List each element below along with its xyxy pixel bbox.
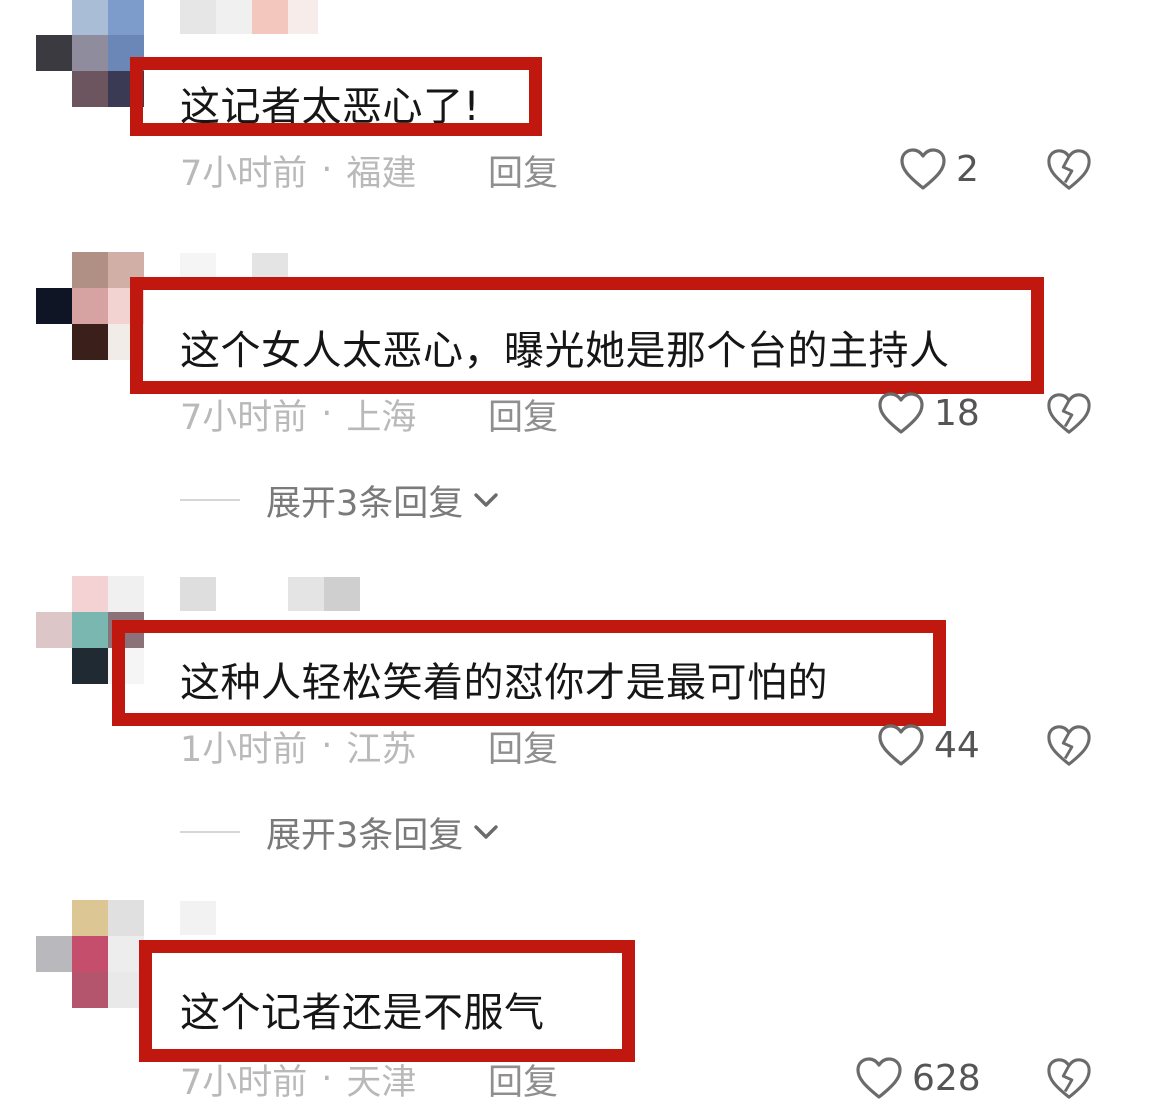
dislike-button[interactable]: [1044, 722, 1096, 770]
comment-location: 福建: [346, 153, 417, 194]
heart-outline-icon: [878, 392, 924, 434]
like-button[interactable]: 628: [854, 1055, 981, 1101]
like-count: 44: [934, 724, 980, 766]
divider-line: [180, 499, 240, 501]
heart-outline-icon: [878, 724, 924, 766]
comment-time: 7小时前: [180, 153, 308, 194]
username[interactable]: [180, 901, 216, 935]
reply-button[interactable]: 回复: [488, 145, 558, 196]
separator-dot: ·: [321, 726, 333, 766]
heart-outline-icon: [900, 148, 946, 190]
broken-heart-icon: [1047, 149, 1091, 190]
comment-meta: 7小时前 · 天津 回复: [180, 1057, 558, 1103]
expand-replies-label: 展开3条回复: [266, 815, 464, 856]
username[interactable]: [180, 0, 320, 34]
expand-replies-button[interactable]: 展开3条回复: [180, 478, 501, 524]
like-count: 628: [912, 1057, 981, 1099]
like-button[interactable]: 44: [876, 722, 980, 768]
like-count: 2: [956, 148, 979, 190]
broken-heart-icon: [1047, 725, 1091, 766]
comment-time: 7小时前: [180, 397, 308, 438]
like-button[interactable]: 18: [876, 390, 980, 436]
avatar[interactable]: [36, 900, 144, 1008]
comment-location: 上海: [346, 397, 417, 438]
comment-list: 这记者太恶心了! 7小时前 · 福建 回复 2 这个女人太恶心，曝光她是那个台的…: [0, 0, 1152, 1106]
comment-meta: 1小时前 · 江苏 回复: [180, 724, 558, 770]
comment-meta: 7小时前 · 福建 回复: [180, 148, 558, 194]
like-button[interactable]: 2: [898, 146, 979, 192]
chevron-down-icon: [474, 825, 498, 839]
highlight-box: [130, 277, 1044, 394]
dislike-button[interactable]: [1044, 146, 1096, 194]
comment-meta: 7小时前 · 上海 回复: [180, 392, 558, 438]
expand-replies-label: 展开3条回复: [266, 483, 464, 524]
reply-button[interactable]: 回复: [488, 389, 558, 440]
comment-time: 7小时前: [180, 1062, 308, 1103]
dislike-button[interactable]: [1044, 390, 1096, 438]
broken-heart-icon: [1047, 393, 1091, 434]
chevron-down-icon: [474, 493, 498, 507]
highlight-box: [130, 57, 542, 136]
avatar[interactable]: [36, 252, 144, 360]
highlight-box: [139, 940, 635, 1062]
username[interactable]: [180, 577, 360, 611]
expand-replies-button[interactable]: 展开3条回复: [180, 810, 501, 856]
dislike-button[interactable]: [1044, 1055, 1096, 1103]
highlight-box: [112, 620, 946, 726]
separator-dot: ·: [321, 150, 333, 190]
broken-heart-icon: [1047, 1058, 1091, 1099]
reply-button[interactable]: 回复: [488, 721, 558, 772]
like-count: 18: [934, 392, 980, 434]
comment-time: 1小时前: [180, 729, 308, 770]
separator-dot: ·: [321, 394, 333, 434]
comment-location: 江苏: [346, 729, 417, 770]
comment-location: 天津: [346, 1062, 417, 1103]
reply-button[interactable]: 回复: [488, 1054, 558, 1105]
separator-dot: ·: [321, 1059, 333, 1099]
heart-outline-icon: [856, 1057, 902, 1099]
divider-line: [180, 831, 240, 833]
avatar[interactable]: [36, 0, 144, 107]
